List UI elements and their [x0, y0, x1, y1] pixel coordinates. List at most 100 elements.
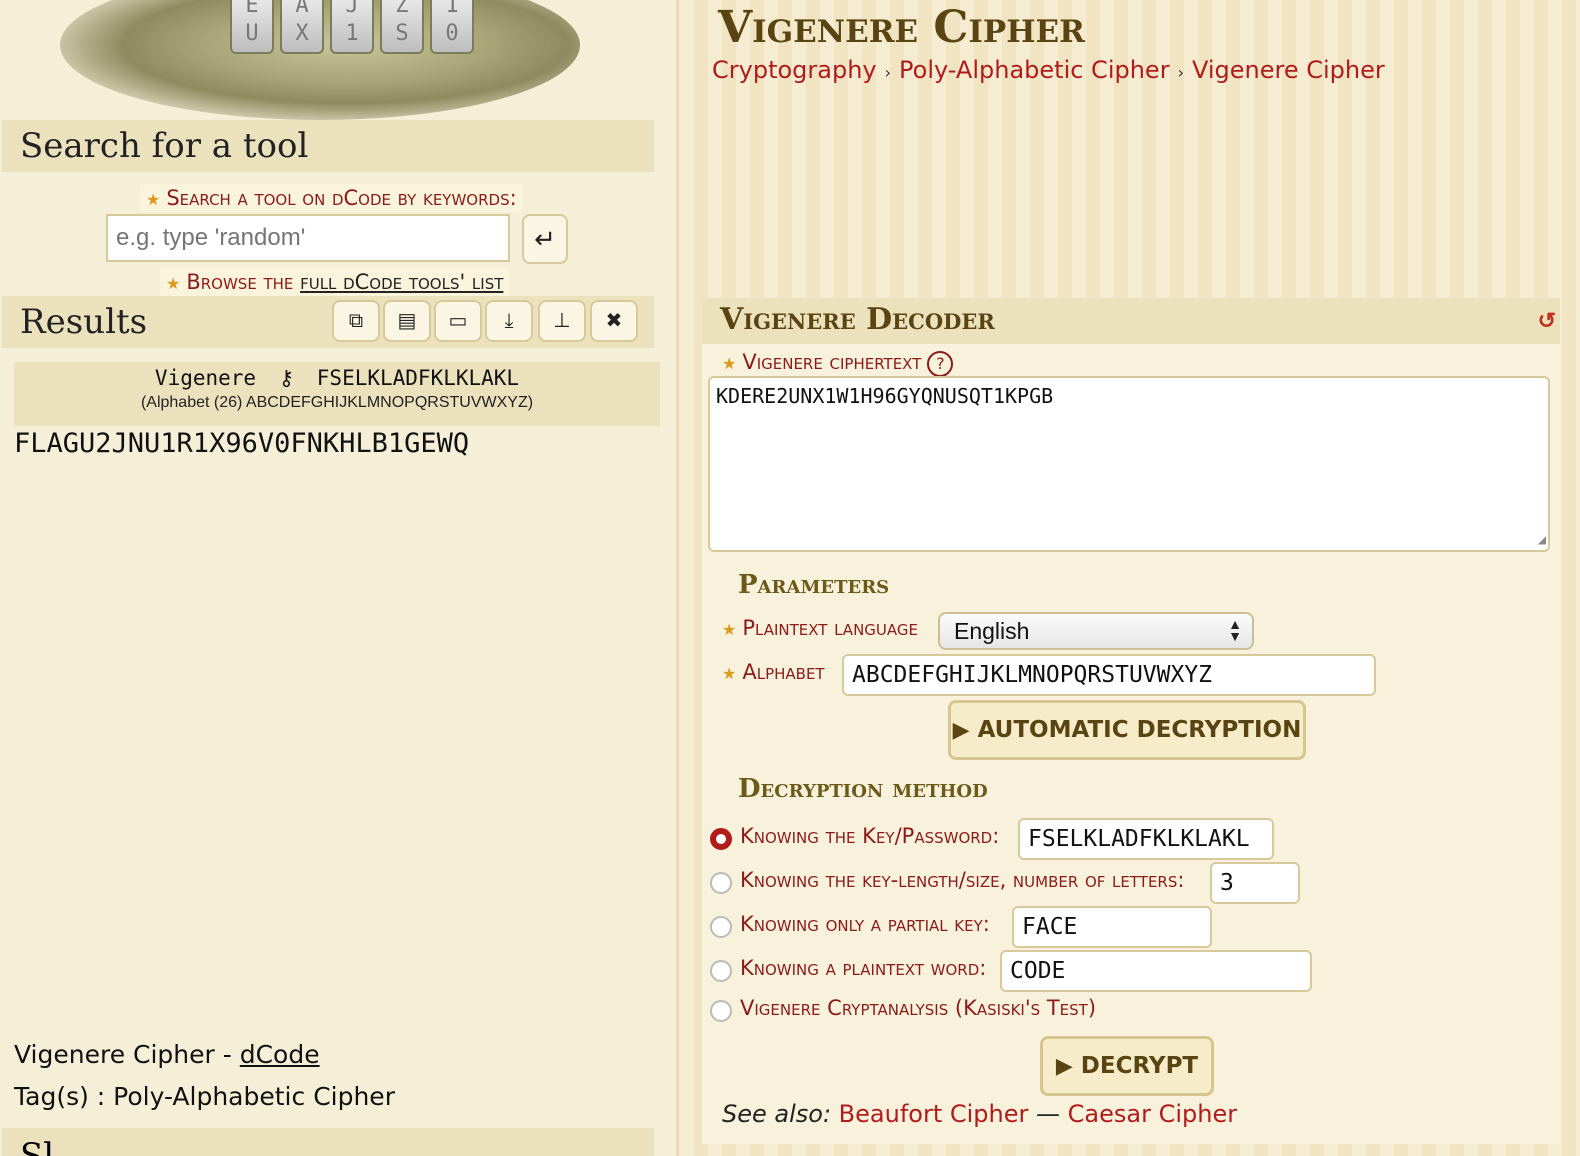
decrypt-label: DECRYPT [1080, 1053, 1199, 1079]
method-key-length-label: Knowing the key-length/size, number of l… [740, 868, 1185, 892]
method-key-label: Knowing the Key/Password: [740, 824, 1000, 848]
alphabet-value: ABCDEFGHIJKLMNOPQRSTUVWXYZ [852, 662, 1213, 688]
page-title: Vigenere Cipher [718, 2, 1085, 53]
play-icon: ▶ [952, 718, 970, 743]
chevron-right-icon: › [884, 63, 892, 82]
print-button[interactable]: ▭ [434, 300, 482, 342]
automatic-decryption-label: AUTOMATIC DECRYPTION [977, 717, 1302, 743]
search-submit-button[interactable]: ↵ [522, 214, 568, 264]
ciphertext-label: ★ Vigenere ciphertext? [722, 350, 954, 377]
method-kasiski-radio[interactable] [710, 1000, 732, 1022]
ciphertext-label-text: Vigenere ciphertext [742, 350, 922, 374]
language-label: ★ Plaintext language [722, 616, 918, 640]
star-icon: ★ [722, 354, 737, 373]
footer-tags: Tag(s) : Poly-Alphabetic Cipher [14, 1082, 395, 1111]
footer-title-text: Vigenere Cipher - [14, 1040, 240, 1069]
method-plaintext-word-label: Knowing a plaintext word: [740, 956, 987, 980]
chevron-right-icon: › [1177, 63, 1184, 82]
beaufort-cipher-link[interactable]: Beaufort Cipher [839, 1100, 1029, 1128]
pin-button[interactable]: ⊥ [538, 300, 586, 342]
ciphertext-value: KDERE2UNX1W1H96GYQNUSQT1KPGB [716, 384, 1054, 408]
lock-ring: 10 [430, 0, 474, 54]
see-also-label: See also: [722, 1100, 839, 1128]
decoder-header: Vigenere Decoder ↺ [702, 298, 1560, 344]
partial-key-value: FACE [1022, 914, 1078, 940]
plaintext-word-value: CODE [1010, 958, 1066, 984]
ciphertext-input[interactable]: KDERE2UNX1W1H96GYQNUSQT1KPGB ◢ [708, 376, 1550, 552]
decryption-method-heading: Decryption method [738, 774, 988, 804]
method-kasiski-label: Vigenere Cryptanalysis (Kasiski's Test) [740, 996, 1097, 1020]
decoder-panel: Vigenere Decoder ↺ ★ Vigenere ciphertext?… [702, 298, 1560, 1144]
help-icon[interactable]: ? [927, 351, 954, 377]
result-summary: Vigenere ⚷ FSELKLADFKLKLAKL (Alphabet (2… [14, 362, 660, 426]
decrypt-button[interactable]: ▶ DECRYPT [1040, 1036, 1214, 1096]
method-plaintext-word-radio[interactable] [710, 960, 732, 982]
download-button[interactable]: ⤓ [485, 300, 533, 342]
key-icon: ⚷ [278, 366, 295, 390]
parameters-heading: Parameters [738, 570, 890, 600]
close-icon: ✖ [605, 310, 623, 332]
partial-key-input[interactable]: FACE [1012, 906, 1212, 948]
result-plaintext: FLAGU2JNU1R1X96V0FNKHLB1GEWQ [14, 428, 470, 459]
star-icon: ★ [166, 274, 181, 293]
browse-prefix: Browse the [186, 270, 301, 294]
breadcrumb: Cryptography › Poly-Alphabetic Cipher › Vige… [712, 56, 1385, 84]
key-value: FSELKLADFKLKLAKL [1028, 826, 1250, 852]
language-label-text: Plaintext language [742, 616, 918, 640]
result-key: FSELKLADFKLKLAKL [316, 366, 520, 390]
decoder-title: Vigenere Decoder [720, 302, 995, 337]
footer-title: Vigenere Cipher - dCode [14, 1040, 320, 1069]
download-icon: ⤓ [504, 310, 514, 332]
left-sidebar: EU AX J1 ZS 10 Search for a tool ★ Search… [0, 0, 679, 1156]
plaintext-word-input[interactable]: CODE [1000, 950, 1312, 992]
results-title: Results [20, 302, 148, 342]
lock-ring: ZS [380, 0, 424, 54]
search-input[interactable] [106, 214, 510, 262]
method-key-radio[interactable] [710, 828, 732, 850]
breadcrumb-cryptography[interactable]: Cryptography [712, 56, 877, 84]
breadcrumb-poly-alphabetic[interactable]: Poly-Alphabetic Cipher [899, 56, 1170, 84]
cryptex-lock-image: EU AX J1 ZS 10 [60, 0, 580, 120]
search-hint: ★ Search a tool on dCode by keywords: [140, 184, 523, 212]
method-key-length-radio[interactable] [710, 872, 732, 894]
lock-ring: AX [280, 0, 324, 54]
key-input[interactable]: FSELKLADFKLKLAKL [1018, 818, 1274, 860]
resize-grip-icon[interactable]: ◢ [1538, 532, 1546, 548]
dcode-link[interactable]: dCode [240, 1040, 320, 1069]
search-hint-text: Search a tool on dCode by keywords: [166, 186, 517, 210]
star-icon: ★ [146, 190, 161, 209]
close-results-button[interactable]: ✖ [590, 300, 638, 342]
method-partial-key-radio[interactable] [710, 916, 732, 938]
lock-ring: J1 [330, 0, 374, 54]
save-button[interactable]: ▤ [383, 300, 431, 342]
method-partial-key-label: Knowing only a partial key: [740, 912, 990, 936]
enter-icon: ↵ [534, 224, 556, 254]
reset-icon[interactable]: ↺ [1538, 308, 1556, 334]
browse-link-text[interactable]: full dCode tools' list [300, 270, 503, 294]
result-header: Vigenere ⚷ FSELKLADFKLKLAKL [14, 362, 660, 390]
copy-button[interactable]: ⧉ [332, 300, 380, 342]
alphabet-label: ★ Alphabet [722, 660, 825, 684]
lock-ring: EU [230, 0, 274, 54]
result-cipher-name: Vigenere [154, 366, 257, 390]
alphabet-input[interactable]: ABCDEFGHIJKLMNOPQRSTUVWXYZ [842, 654, 1376, 696]
print-icon: ▭ [448, 310, 468, 332]
next-section-heading: Sl [2, 1128, 654, 1156]
language-select[interactable]: English ▲ ▼ [938, 612, 1254, 650]
select-arrows-icon: ▲ ▼ [1228, 616, 1242, 644]
star-icon: ★ [722, 620, 737, 639]
automatic-decryption-button[interactable]: ▶ AUTOMATIC DECRYPTION [948, 700, 1306, 760]
key-length-value: 3 [1220, 870, 1234, 896]
breadcrumb-vigenere[interactable]: Vigenere Cipher [1192, 56, 1385, 84]
language-value: English [954, 618, 1030, 644]
main-content: Vigenere Cipher Cryptography › Poly-Alphab… [680, 0, 1580, 1156]
browse-tools-link[interactable]: ★ Browse the full dCode tools' list [160, 268, 510, 296]
star-icon: ★ [722, 664, 737, 683]
alphabet-label-text: Alphabet [742, 660, 825, 684]
copy-icon: ⧉ [348, 310, 364, 332]
see-also: See also: Beaufort Cipher — Caesar Ciphe… [722, 1100, 1237, 1128]
caesar-cipher-link[interactable]: Caesar Cipher [1068, 1100, 1237, 1128]
play-icon: ▶ [1055, 1054, 1073, 1079]
key-length-input[interactable]: 3 [1210, 862, 1300, 904]
pin-icon: ⊥ [553, 310, 571, 332]
